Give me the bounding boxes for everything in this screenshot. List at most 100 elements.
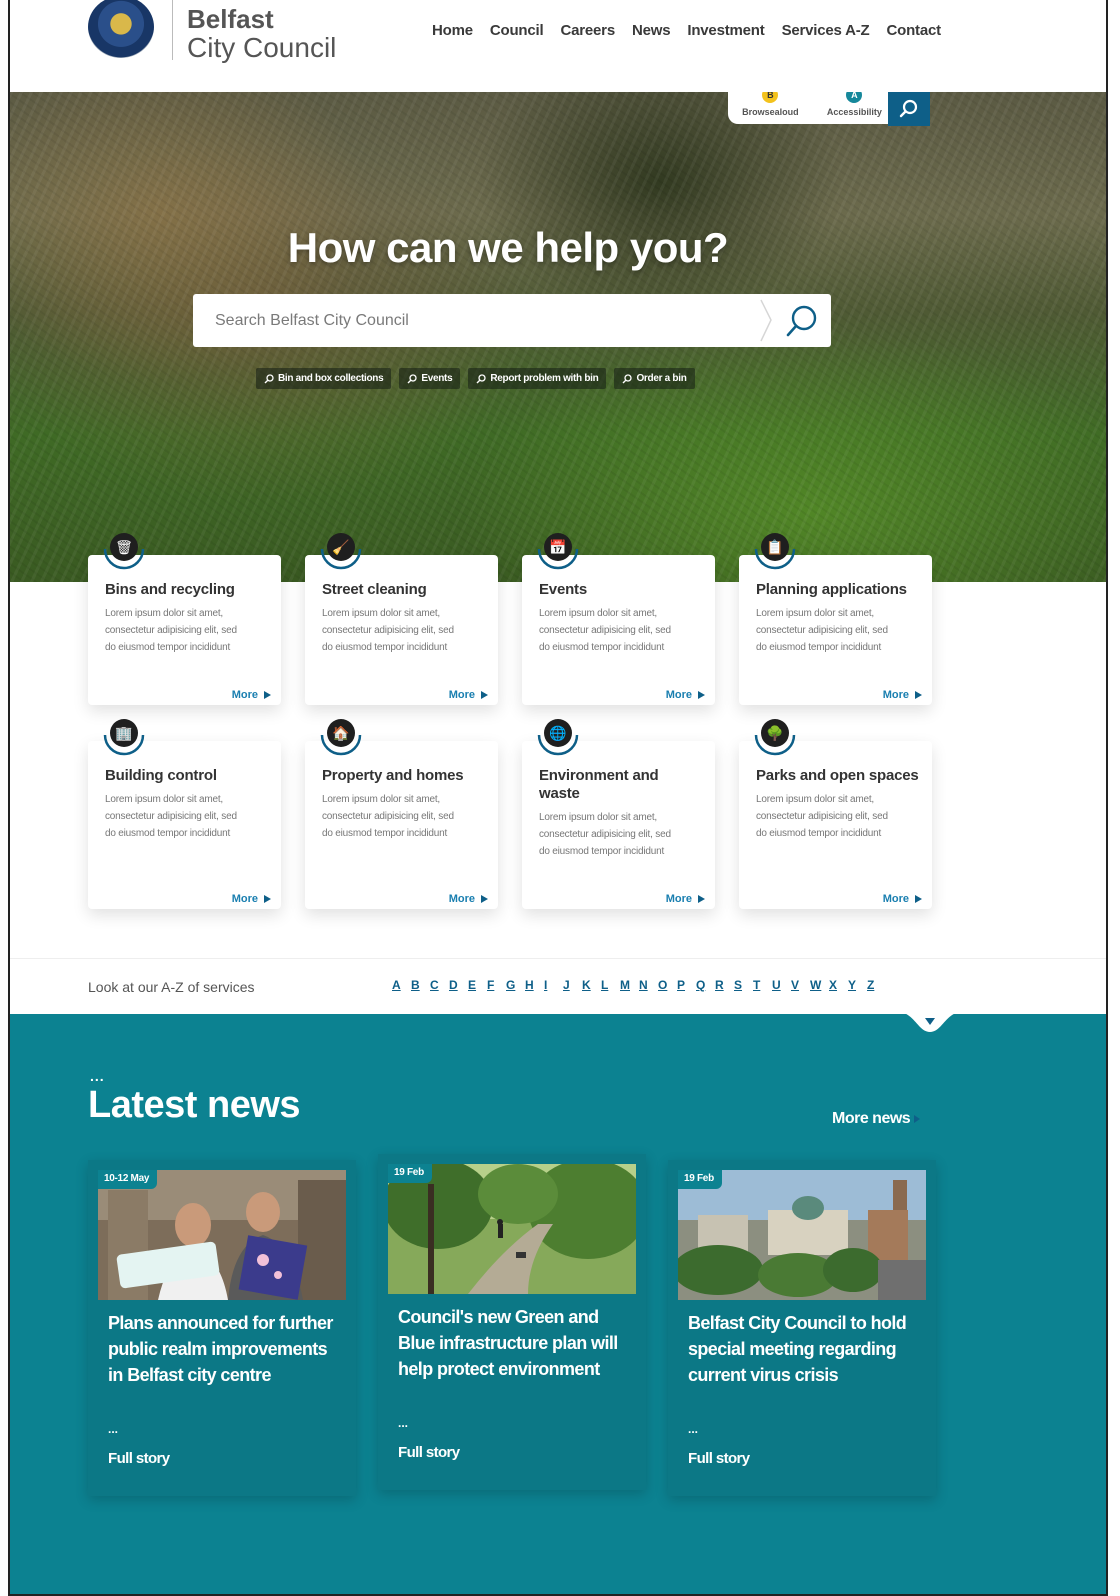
news-headline[interactable]: Council's new Green and Blue infrastruct… xyxy=(398,1304,628,1382)
more-link[interactable]: More xyxy=(883,689,922,701)
news-headline[interactable]: Belfast City Council to hold special mee… xyxy=(688,1310,918,1388)
chevron-right-icon xyxy=(760,299,772,342)
news-image: 19 Feb xyxy=(678,1170,926,1300)
nav-services-a-z[interactable]: Services A-Z xyxy=(782,22,870,39)
council-crest-icon xyxy=(88,0,154,58)
service-card-building-control[interactable]: 🏢 Building control Lorem ipsum dolor sit… xyxy=(88,719,281,909)
service-card-property-homes[interactable]: 🏠 Property and homes Lorem ipsum dolor s… xyxy=(305,719,498,909)
more-link[interactable]: More xyxy=(883,893,922,905)
a-z-letter-v[interactable]: V xyxy=(791,978,810,992)
a-z-letter-k[interactable]: K xyxy=(582,978,601,992)
header-search-button[interactable] xyxy=(888,92,930,126)
more-news-link[interactable]: More news xyxy=(832,1110,921,1128)
search-icon xyxy=(622,373,633,383)
news-headline[interactable]: Plans announced for further public realm… xyxy=(108,1310,338,1388)
service-card-parks[interactable]: 🌳 Parks and open spaces Lorem ipsum dolo… xyxy=(739,719,932,909)
arrow-right-icon xyxy=(481,691,488,699)
service-card-planning[interactable]: 📋 Planning applications Lorem ipsum dolo… xyxy=(739,533,932,705)
nav-careers[interactable]: Careers xyxy=(560,22,615,39)
service-card-title: Environment and waste xyxy=(539,767,659,802)
browsealoud-icon: B xyxy=(760,92,781,105)
a-z-letter-q[interactable]: Q xyxy=(696,978,715,992)
site-logo[interactable]: Belfast City Council xyxy=(88,0,336,62)
a-z-letter-x[interactable]: X xyxy=(829,978,848,992)
a-z-letter-m[interactable]: M xyxy=(620,978,639,992)
quick-link-order-bin[interactable]: Order a bin xyxy=(614,368,695,389)
logo-line-1: Belfast xyxy=(187,4,274,34)
more-link[interactable]: More xyxy=(666,893,705,905)
a-z-letter-j[interactable]: J xyxy=(563,978,582,992)
a-z-letter-l[interactable]: L xyxy=(601,978,620,992)
full-story-link[interactable]: Full story xyxy=(688,1450,750,1467)
a-z-letter-h[interactable]: H xyxy=(525,978,544,992)
browsealoud-button[interactable]: B Browsealoud xyxy=(742,92,799,117)
a-z-letter-g[interactable]: G xyxy=(506,978,525,992)
service-card-title: Bins and recycling xyxy=(105,581,235,598)
accessibility-button[interactable]: A Accessibility xyxy=(827,92,882,117)
main-nav: Home Council Careers News Investment Ser… xyxy=(432,22,941,39)
arrow-right-icon xyxy=(914,1115,921,1123)
a-z-letter-s[interactable]: S xyxy=(734,978,753,992)
a-z-letter-u[interactable]: U xyxy=(772,978,791,992)
news-image: 19 Feb xyxy=(388,1164,636,1294)
nav-contact[interactable]: Contact xyxy=(887,22,942,39)
more-link[interactable]: More xyxy=(232,689,271,701)
arrow-right-icon xyxy=(264,895,271,903)
a-z-letter-z[interactable]: Z xyxy=(867,978,886,992)
a-z-letter-r[interactable]: R xyxy=(715,978,734,992)
chevron-down-icon[interactable] xyxy=(898,1012,962,1034)
nav-news[interactable]: News xyxy=(632,22,671,39)
service-card-description: Lorem ipsum dolor sit amet, consectetur … xyxy=(105,608,237,653)
service-card-bins[interactable]: 🗑 Bins and recycling Lorem ipsum dolor s… xyxy=(88,533,281,705)
quick-links: Bin and box collections Events Report pr… xyxy=(256,368,695,389)
news-card[interactable]: 19 Feb Council's new Green and Blue infr… xyxy=(378,1154,646,1490)
service-card-title: Building control xyxy=(105,767,217,784)
a-z-letter-t[interactable]: T xyxy=(753,978,772,992)
a-z-letter-b[interactable]: B xyxy=(411,978,430,992)
accessibility-icon: A xyxy=(844,92,865,105)
quick-link-report-bin-problem[interactable]: Report problem with bin xyxy=(468,368,607,389)
a-z-letter-w[interactable]: W xyxy=(810,978,829,992)
search-icon xyxy=(786,305,817,337)
a-z-letter-p[interactable]: P xyxy=(677,978,696,992)
arrow-right-icon xyxy=(915,895,922,903)
a-z-letter-f[interactable]: F xyxy=(487,978,506,992)
search-input[interactable] xyxy=(193,294,753,347)
nav-investment[interactable]: Investment xyxy=(687,22,764,39)
service-card-street-cleaning[interactable]: 🧹 Street cleaning Lorem ipsum dolor sit … xyxy=(305,533,498,705)
service-card-events[interactable]: 📅 Events Lorem ipsum dolor sit amet, con… xyxy=(522,533,715,705)
section-title: Latest news xyxy=(88,1084,301,1126)
search-submit-button[interactable] xyxy=(783,302,821,340)
section-dots: ... xyxy=(90,1068,105,1084)
a-z-letter-a[interactable]: A xyxy=(392,978,411,992)
a-z-letter-y[interactable]: Y xyxy=(848,978,867,992)
service-card-title: Planning applications xyxy=(756,581,907,598)
more-link[interactable]: More xyxy=(666,689,705,701)
a-z-letter-e[interactable]: E xyxy=(468,978,487,992)
nav-home[interactable]: Home xyxy=(432,22,473,39)
a-z-label: Look at our A-Z of services xyxy=(88,979,255,995)
service-card-description: Lorem ipsum dolor sit amet, consectetur … xyxy=(539,812,671,857)
search-icon xyxy=(899,99,918,118)
news-card[interactable]: 19 Feb Belfast City Council to hold spec… xyxy=(668,1160,936,1496)
a-z-letter-d[interactable]: D xyxy=(449,978,468,992)
service-card-environment-waste[interactable]: 🌐 Environment and waste Lorem ipsum dolo… xyxy=(522,719,715,909)
a-z-letter-c[interactable]: C xyxy=(430,978,449,992)
news-date: 10-12 May xyxy=(98,1170,158,1189)
more-link[interactable]: More xyxy=(449,893,488,905)
a-z-letter-o[interactable]: O xyxy=(658,978,677,992)
arrow-right-icon xyxy=(698,895,705,903)
arrow-right-icon xyxy=(698,691,705,699)
quick-link-bin-collections[interactable]: Bin and box collections xyxy=(256,368,392,389)
a-z-letter-n[interactable]: N xyxy=(639,978,658,992)
news-card[interactable]: 10-12 May Plans announced for further pu… xyxy=(88,1160,356,1496)
more-link[interactable]: More xyxy=(232,893,271,905)
a-z-letter-i[interactable]: I xyxy=(544,978,563,992)
nav-council[interactable]: Council xyxy=(490,22,544,39)
full-story-link[interactable]: Full story xyxy=(108,1450,170,1467)
service-card-title: Parks and open spaces xyxy=(756,767,919,784)
site-search xyxy=(193,294,831,347)
more-link[interactable]: More xyxy=(449,689,488,701)
full-story-link[interactable]: Full story xyxy=(398,1444,460,1461)
quick-link-events[interactable]: Events xyxy=(399,368,461,389)
